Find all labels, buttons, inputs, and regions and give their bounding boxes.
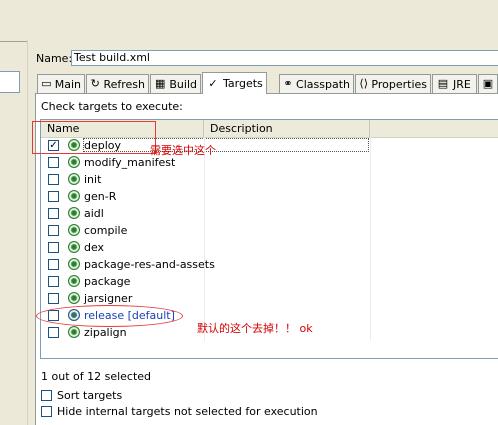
table-row[interactable]: compile [41, 222, 498, 239]
table-row[interactable]: package [41, 273, 498, 290]
column-divider [370, 171, 371, 188]
column-divider [204, 188, 205, 205]
tab-label: Refresh [103, 77, 145, 91]
column-divider [370, 307, 371, 324]
table-row[interactable]: modify_manifest [41, 154, 498, 171]
target-icon [68, 224, 80, 236]
target-icon [68, 207, 80, 219]
targets-icon: ✓ [208, 76, 218, 90]
column-divider [370, 324, 371, 341]
main-icon: ▭ [41, 77, 52, 90]
tab-label: Main [54, 77, 81, 91]
hide-internal-option[interactable]: Hide internal targets not selected for e… [41, 405, 318, 418]
target-icon [68, 292, 80, 304]
tab-label: Classpath [296, 77, 350, 91]
annotation-note-select: 需要选中这个 [150, 144, 216, 157]
sort-targets-option[interactable]: Sort targets [41, 389, 122, 402]
table-row[interactable]: init [41, 171, 498, 188]
target-checkbox[interactable] [48, 327, 59, 338]
target-checkbox[interactable] [48, 242, 59, 253]
left-pane-divider [0, 41, 28, 42]
column-divider [370, 256, 371, 273]
column-divider [370, 154, 371, 171]
tab-refresh[interactable]: ↻ Refresh [86, 74, 149, 93]
target-icon [68, 326, 80, 338]
check-targets-label: Check targets to execute: [41, 100, 183, 113]
sort-targets-label: Sort targets [57, 389, 123, 402]
target-checkbox[interactable] [48, 293, 59, 304]
target-name: aidl [84, 207, 104, 220]
sort-targets-checkbox[interactable] [41, 390, 52, 401]
target-name: dex [84, 241, 105, 254]
classpath-icon: ⚭ [283, 77, 293, 90]
target-name: zipalign [84, 326, 127, 339]
target-name: jarsigner [84, 292, 133, 305]
column-divider [204, 256, 205, 273]
column-divider [204, 205, 205, 222]
annotation-highlight-box [32, 121, 156, 154]
target-checkbox[interactable] [48, 174, 59, 185]
name-input[interactable]: Test build.xml [71, 50, 498, 66]
target-checkbox[interactable] [48, 191, 59, 202]
column-divider [204, 273, 205, 290]
tab-label: JRE [453, 77, 471, 91]
target-checkbox[interactable] [48, 208, 59, 219]
selection-status: 1 out of 12 selected [41, 370, 152, 383]
table-row[interactable]: gen-R [41, 188, 498, 205]
tab-jre[interactable]: ▤ JRE [432, 74, 477, 93]
annotation-highlight-ellipse [36, 305, 183, 327]
name-label: Name: [36, 52, 73, 65]
tab-classpath[interactable]: ⚭ Classpath [279, 74, 354, 93]
left-pane [0, 0, 28, 425]
properties-icon: ⟨⟩ [359, 77, 368, 90]
column-divider [370, 205, 371, 222]
column-divider [204, 290, 205, 307]
table-row[interactable]: dex [41, 239, 498, 256]
column-divider [370, 273, 371, 290]
left-pane-list[interactable] [0, 71, 20, 93]
column-divider [204, 239, 205, 256]
tab-label: Properties [371, 77, 427, 91]
column-divider [370, 137, 371, 154]
target-checkbox[interactable] [48, 276, 59, 287]
tab-label: Targets [223, 77, 263, 90]
tab-label: Build [169, 77, 197, 91]
table-row[interactable]: aidl [41, 205, 498, 222]
target-checkbox[interactable] [48, 157, 59, 168]
tab-properties[interactable]: ⟨⟩ Properties [355, 74, 431, 93]
column-divider [370, 239, 371, 256]
target-icon [68, 190, 80, 202]
target-checkbox[interactable] [48, 225, 59, 236]
tab-main[interactable]: ▭ Main [37, 74, 85, 93]
target-name: init [84, 173, 102, 186]
target-icon [68, 156, 80, 168]
column-divider [370, 188, 371, 205]
column-header-description[interactable]: Description [204, 120, 370, 137]
target-icon [68, 275, 80, 287]
refresh-icon: ↻ [90, 77, 100, 90]
target-checkbox[interactable] [48, 259, 59, 270]
annotation-note-default: 默认的这个去掉！！ ok [197, 322, 313, 335]
tab-targets[interactable]: ✓ Targets [202, 72, 267, 94]
column-divider [370, 222, 371, 239]
target-icon [68, 241, 80, 253]
tab-build[interactable]: ▦ Build [150, 74, 201, 93]
tab-overflow[interactable]: ▣ [478, 74, 498, 93]
jre-icon: ▤ [437, 77, 449, 90]
hide-internal-label: Hide internal targets not selected for e… [57, 405, 318, 418]
target-icon [68, 258, 80, 270]
target-icon [68, 173, 80, 185]
column-divider [370, 290, 371, 307]
target-name: package-res-and-assets [84, 258, 215, 271]
hide-internal-checkbox[interactable] [41, 406, 52, 417]
table-row[interactable]: package-res-and-assets [41, 256, 498, 273]
environment-icon: ▣ [482, 77, 494, 90]
build-icon: ▦ [154, 77, 166, 90]
target-name: gen-R [84, 190, 117, 203]
column-divider [204, 222, 205, 239]
target-name: compile [84, 224, 128, 237]
target-name: package [84, 275, 131, 288]
column-divider [204, 171, 205, 188]
